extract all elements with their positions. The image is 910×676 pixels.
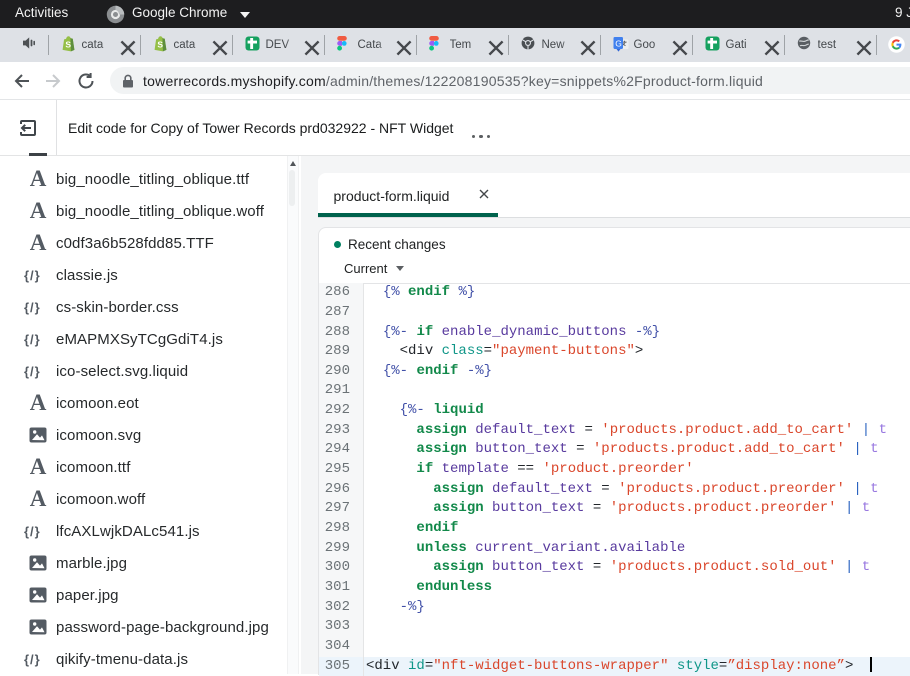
svg-text:S: S (157, 39, 163, 49)
svg-text:S: S (65, 39, 71, 49)
svg-text:G: G (615, 39, 622, 49)
